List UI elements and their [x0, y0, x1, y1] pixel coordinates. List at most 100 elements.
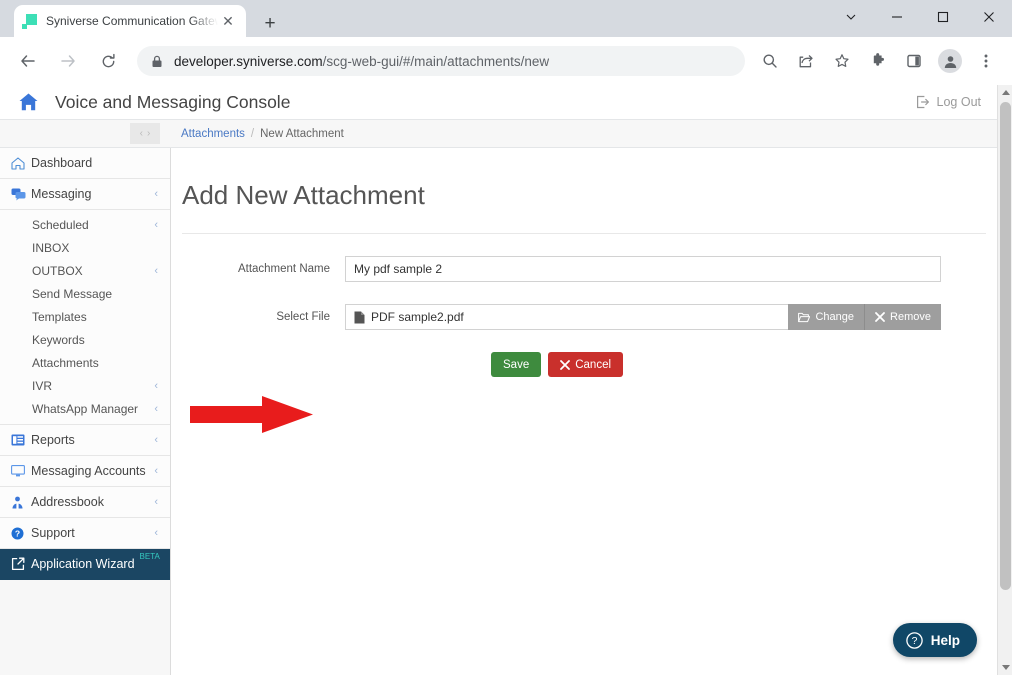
scroll-up-arrow[interactable]: [998, 85, 1012, 100]
sidebar-item-label: Application Wizard BETA: [31, 552, 170, 571]
sidebar-item-messaging[interactable]: Messaging ‹: [0, 179, 170, 210]
sidebar-item-support[interactable]: ? Support ‹: [0, 518, 170, 549]
chevron-icon: ‹: [154, 264, 158, 277]
sidebar-subitem-label: Attachments: [32, 355, 99, 370]
cancel-label: Cancel: [575, 358, 612, 371]
change-file-button[interactable]: Change: [788, 304, 866, 330]
url-domain: developer.syniverse.com: [174, 53, 323, 69]
sidebar-item-application-wizard[interactable]: Application Wizard BETA: [0, 549, 170, 580]
external-link-icon: [11, 557, 31, 571]
help-button[interactable]: ? Help: [892, 623, 977, 657]
sidebar-item-dashboard[interactable]: Dashboard: [0, 148, 170, 179]
sidebar: Dashboard Messaging ‹ Scheduled ‹ INBOX: [0, 148, 171, 675]
home-icon[interactable]: [18, 92, 39, 112]
sidebar-subitem-label: Scheduled: [32, 217, 89, 232]
extensions-puzzle-icon[interactable]: [864, 47, 892, 75]
save-label: Save: [503, 358, 530, 371]
window-controls: [828, 0, 1012, 33]
sidebar-item-messaging-accounts[interactable]: Messaging Accounts ‹: [0, 456, 170, 487]
sidebar-subitem-outbox[interactable]: OUTBOX ‹: [0, 259, 170, 282]
scroll-down-arrow[interactable]: [998, 660, 1012, 675]
address-bar[interactable]: developer.syniverse.com/scg-web-gui/#/ma…: [137, 46, 745, 76]
form-row-select-file: Select File PDF sample2.pdf Change Remov…: [171, 304, 997, 330]
remove-file-button[interactable]: Remove: [865, 304, 941, 330]
browser-title-bar: Syniverse Communication Gatew ✕ +: [0, 0, 1012, 37]
sidebar-subitem-label: IVR: [32, 378, 53, 393]
collapse-next-icon[interactable]: ›: [147, 128, 150, 139]
sidebar-collapse-toggle[interactable]: ‹ ›: [130, 123, 160, 144]
search-icon[interactable]: [756, 47, 784, 75]
help-label: Help: [930, 632, 960, 648]
browser-tab[interactable]: Syniverse Communication Gatew ✕: [14, 5, 246, 37]
chevron-icon: ‹: [154, 218, 158, 231]
forward-arrow-icon[interactable]: [53, 46, 83, 76]
chevron-icon: ‹: [154, 527, 158, 539]
app-header: Voice and Messaging Console Log Out: [0, 85, 997, 120]
attachment-name-label: Attachment Name: [237, 263, 330, 275]
sidebar-subitem-whatsapp-manager[interactable]: WhatsApp Manager ‹: [0, 397, 170, 420]
beta-badge: BETA: [139, 552, 160, 562]
question-circle-icon: ?: [11, 527, 31, 540]
monitor-icon: [11, 465, 31, 477]
chevron-icon: ‹: [154, 402, 158, 415]
svg-text:?: ?: [15, 528, 20, 538]
toolbar-icon-group: [752, 47, 1004, 75]
sidebar-subitem-label: Keywords: [32, 332, 85, 347]
close-icon[interactable]: [966, 0, 1012, 33]
lock-icon: [151, 55, 163, 68]
sidebar-subitem-keywords[interactable]: Keywords: [0, 328, 170, 351]
side-panel-icon[interactable]: [900, 47, 928, 75]
reports-icon: [11, 434, 31, 446]
sidebar-item-addressbook[interactable]: Addressbook ‹: [0, 487, 170, 518]
sidebar-subitem-label: WhatsApp Manager: [32, 401, 139, 416]
new-tab-button[interactable]: +: [256, 10, 284, 38]
sidebar-subitem-attachments[interactable]: Attachments: [0, 351, 170, 374]
back-arrow-icon[interactable]: [13, 46, 43, 76]
save-button[interactable]: Save: [491, 352, 542, 377]
title-divider: [182, 233, 986, 234]
sidebar-subitem-label: Send Message: [32, 286, 113, 301]
messaging-submenu: Scheduled ‹ INBOX OUTBOX ‹ Send Message …: [0, 210, 170, 425]
tab-close-icon[interactable]: ✕: [218, 11, 238, 31]
three-dot-menu-icon[interactable]: [972, 47, 1000, 75]
form-row-attachment-name: Attachment Name: [171, 256, 997, 282]
cancel-button[interactable]: Cancel: [548, 352, 624, 377]
change-file-label: Change: [815, 311, 855, 323]
sidebar-item-reports[interactable]: Reports ‹: [0, 425, 170, 456]
reload-icon[interactable]: [93, 46, 123, 76]
browser-toolbar: developer.syniverse.com/scg-web-gui/#/ma…: [0, 37, 1012, 85]
url-path: /scg-web-gui/#/main/attachments/new: [322, 53, 550, 69]
tab-search-icon[interactable]: [828, 0, 874, 33]
share-icon[interactable]: [792, 47, 820, 75]
browser-window: Syniverse Communication Gatew ✕ + develo…: [0, 0, 1012, 675]
maximize-icon[interactable]: [920, 0, 966, 33]
sidebar-subitem-ivr[interactable]: IVR ‹: [0, 374, 170, 397]
bookmark-star-icon[interactable]: [828, 47, 856, 75]
breadcrumb-link-attachments[interactable]: Attachments: [181, 128, 245, 140]
sidebar-item-label: Support: [31, 526, 75, 540]
sidebar-subitem-scheduled[interactable]: Scheduled ‹: [0, 213, 170, 236]
sidebar-item-label: Dashboard: [31, 156, 93, 170]
page-scrollbar[interactable]: [997, 85, 1012, 675]
sidebar-subitem-templates[interactable]: Templates: [0, 305, 170, 328]
sidebar-subitem-label: INBOX: [32, 240, 70, 255]
select-file-label: Select File: [276, 311, 330, 323]
sidebar-subitem-inbox[interactable]: INBOX: [0, 236, 170, 259]
collapse-prev-icon[interactable]: ‹: [140, 128, 143, 139]
attachment-name-input[interactable]: [345, 256, 941, 282]
main-content: Add New Attachment Attachment Name Selec…: [171, 148, 997, 675]
profile-avatar-icon[interactable]: [938, 49, 962, 73]
sidebar-subitem-send-message[interactable]: Send Message: [0, 282, 170, 305]
chevron-icon: ‹: [154, 434, 158, 446]
chevron-icon: ‹: [154, 496, 158, 508]
minimize-icon[interactable]: [874, 0, 920, 33]
selected-file-name: PDF sample2.pdf: [371, 310, 464, 324]
logout-button[interactable]: Log Out: [916, 95, 981, 109]
chevron-icon: ‹: [154, 188, 158, 200]
scrollbar-thumb[interactable]: [1000, 102, 1011, 590]
form-actions: Save Cancel: [491, 352, 997, 377]
chevron-icon: ‹: [154, 379, 158, 392]
selected-file-display: PDF sample2.pdf: [345, 304, 789, 330]
logout-label: Log Out: [936, 95, 981, 109]
logout-icon: [916, 95, 929, 109]
